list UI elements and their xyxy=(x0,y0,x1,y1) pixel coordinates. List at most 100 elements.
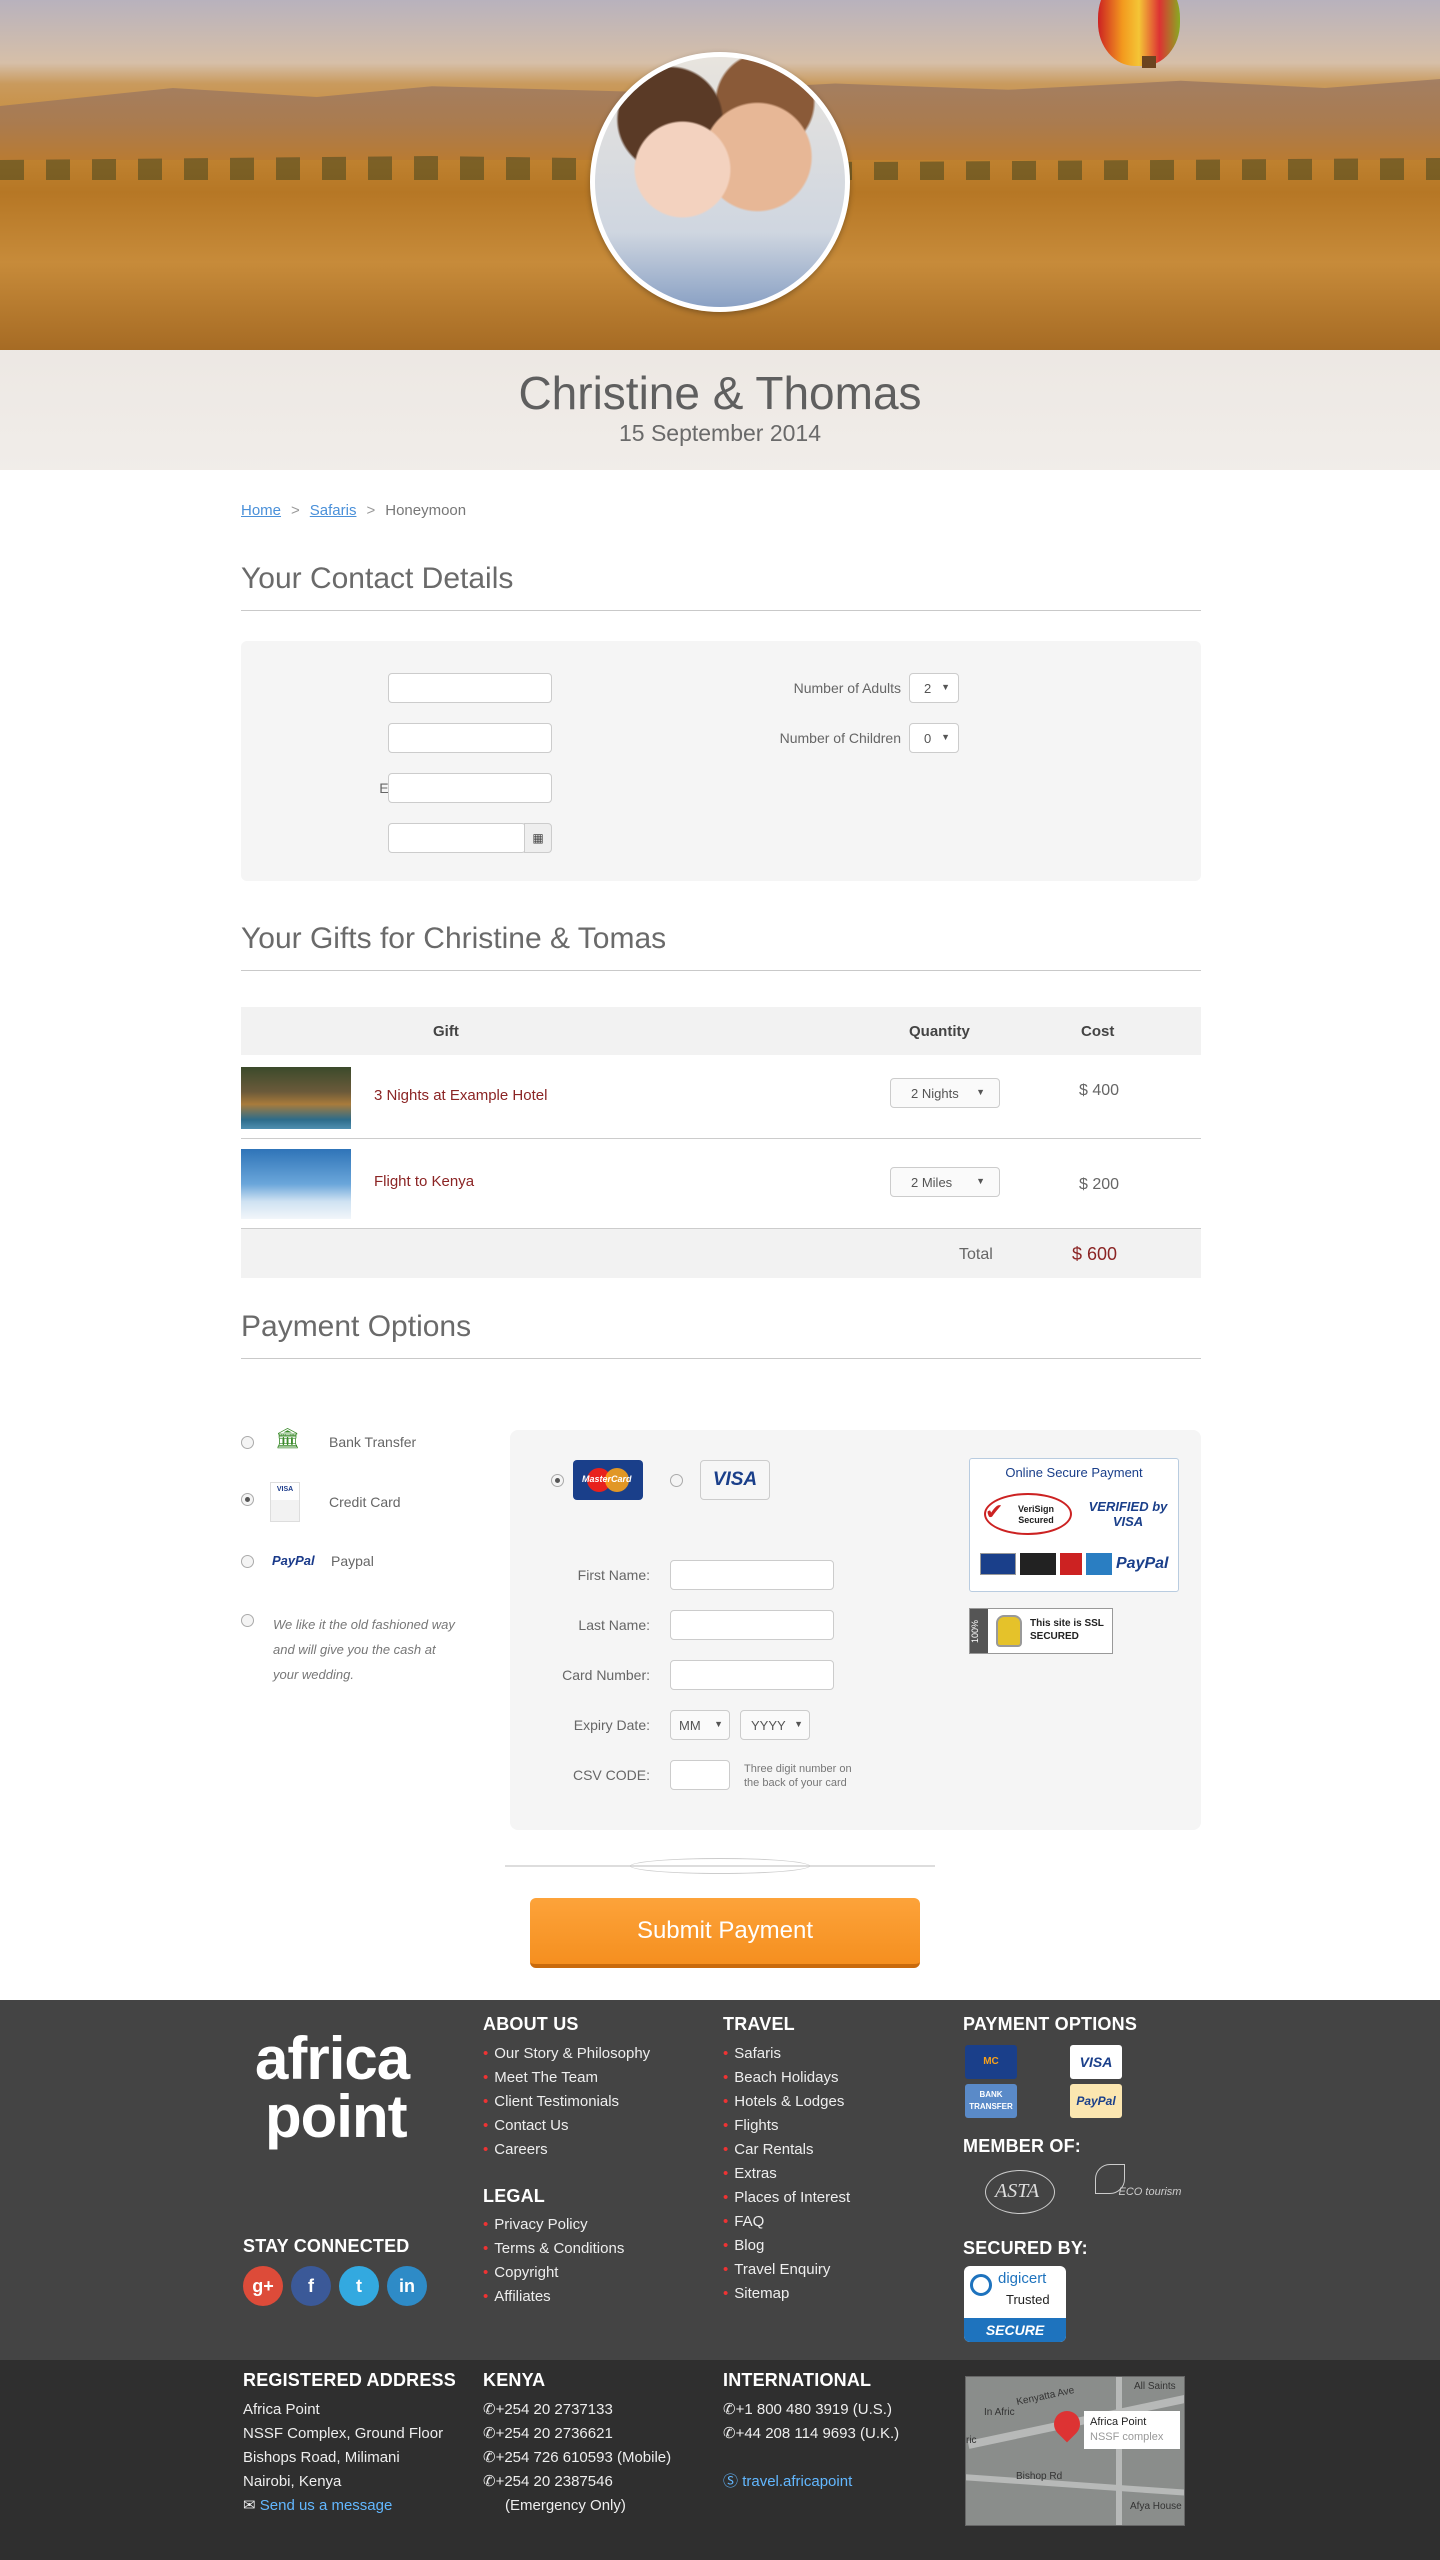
gifts-total-bar: Total $ 600 xyxy=(241,1229,1201,1278)
gift-name[interactable]: 3 Nights at Example Hotel xyxy=(374,1087,547,1104)
registered-address-heading: REGISTERED ADDRESS xyxy=(243,2370,456,2390)
col-gift: Gift xyxy=(433,1023,459,1040)
list-item[interactable]: • Beach Holidays xyxy=(723,2066,850,2090)
gift-name[interactable]: Flight to Kenya xyxy=(374,1173,474,1190)
list-item[interactable]: • Sitemap xyxy=(723,2282,850,2306)
mastercard-chip-icon xyxy=(1020,1553,1056,1575)
card-first-name-input[interactable] xyxy=(670,1560,834,1590)
visa-radio[interactable] xyxy=(670,1474,683,1487)
mastercard-radio[interactable] xyxy=(551,1474,564,1487)
footer-link: FAQ xyxy=(734,2213,765,2230)
bank-transfer-label[interactable]: Bank Transfer xyxy=(329,1434,416,1450)
contact-section-title: Your Contact Details xyxy=(241,562,514,595)
credit-card-label[interactable]: Credit Card xyxy=(329,1494,401,1510)
credit-card-radio[interactable] xyxy=(241,1493,254,1506)
asta-text: ASTA xyxy=(995,2180,1040,2202)
visa-logo[interactable]: VISA xyxy=(700,1460,770,1500)
phone-number[interactable]: +1 800 480 3919 (U.S.) xyxy=(736,2401,892,2418)
adults-select[interactable]: 2 ▼ xyxy=(909,673,959,703)
mastercard-logo[interactable]: MasterCard xyxy=(573,1460,643,1500)
card-number-input[interactable] xyxy=(670,1660,834,1690)
list-item[interactable]: • FAQ xyxy=(723,2210,850,2234)
phone-icon: ✆ xyxy=(483,2401,496,2418)
chevron-down-icon: ▼ xyxy=(714,1719,723,1729)
last-name-input[interactable] xyxy=(388,723,552,753)
list-item[interactable]: • Safaris xyxy=(723,2042,850,2066)
list-item[interactable]: • Careers xyxy=(483,2138,650,2162)
phone-number[interactable]: +44 208 114 9693 (U.K.) xyxy=(736,2425,900,2442)
breadcrumb-safaris-link[interactable]: Safaris xyxy=(310,502,357,519)
list-item[interactable]: • Car Rentals xyxy=(723,2138,850,2162)
list-item[interactable]: • Hotels & Lodges xyxy=(723,2090,850,2114)
secure-payment-title: Online Secure Payment xyxy=(1005,1465,1143,1480)
map-road xyxy=(966,2473,1184,2497)
paypal-label[interactable]: Paypal xyxy=(331,1553,374,1569)
email-input[interactable] xyxy=(388,773,552,803)
csv-hint: Three digit number on the back of your c… xyxy=(744,1763,852,1789)
twitter-icon[interactable]: t xyxy=(339,2266,379,2306)
list-item[interactable]: • Flights xyxy=(723,2114,850,2138)
cash-radio[interactable] xyxy=(241,1614,254,1627)
first-name-input[interactable] xyxy=(388,673,552,703)
quantity-value: 2 Nights xyxy=(911,1086,959,1101)
phone-number[interactable]: +254 20 2387546 xyxy=(496,2473,613,2490)
csv-input[interactable] xyxy=(670,1760,730,1790)
children-label: Number of Children xyxy=(779,730,901,746)
birthdate-input[interactable] xyxy=(388,823,526,853)
footer-link: Privacy Policy xyxy=(494,2216,588,2233)
list-item[interactable]: • Terms & Conditions xyxy=(483,2237,624,2261)
ssl-text: This site is SSL SECURED xyxy=(1030,1618,1104,1642)
secured-by-heading: SECURED BY: xyxy=(963,2238,1088,2258)
map-pin-icon[interactable] xyxy=(1048,2405,1086,2443)
list-item[interactable]: • Meet The Team xyxy=(483,2066,650,2090)
csv-label: CSV CODE: xyxy=(572,1767,650,1783)
list-item[interactable]: • Affiliates xyxy=(483,2285,624,2309)
list-item[interactable]: • Contact Us xyxy=(483,2114,650,2138)
africa-point-logo[interactable]: africa point xyxy=(255,2029,415,2147)
payment-section-title: Payment Options xyxy=(241,1310,472,1343)
ornament-flourish xyxy=(630,1858,810,1874)
submit-payment-button[interactable]: Submit Payment xyxy=(530,1898,920,1968)
quantity-value: 2 Miles xyxy=(911,1175,953,1190)
list-item[interactable]: • Places of Interest xyxy=(723,2186,850,2210)
expiry-year-select[interactable]: YYYY ▼ xyxy=(740,1710,810,1740)
payment-options-heading: PAYMENT OPTIONS xyxy=(963,2014,1138,2034)
legal-list: • Privacy Policy • Terms & Conditions • Cop… xyxy=(483,2213,624,2309)
calendar-icon[interactable]: ▦ xyxy=(524,823,552,853)
list-item[interactable]: • Privacy Policy xyxy=(483,2213,624,2237)
chevron-down-icon: ▼ xyxy=(976,1087,985,1097)
phone-number[interactable]: +254 726 610593 (Mobile) xyxy=(496,2449,672,2466)
list-item[interactable]: • Blog xyxy=(723,2234,850,2258)
footer-link: Affiliates xyxy=(494,2288,551,2305)
children-select[interactable]: 0 ▼ xyxy=(909,723,959,753)
list-item[interactable]: • Client Testimonials xyxy=(483,2090,650,2114)
bank-icon: 🏛 xyxy=(275,1428,301,1450)
quantity-dropdown[interactable]: 2 Nights ▼ xyxy=(890,1078,1000,1108)
list-item[interactable]: • Copyright xyxy=(483,2261,624,2285)
digicert-name: digicert xyxy=(998,2270,1047,2287)
couple-avatar xyxy=(590,52,850,312)
list-item[interactable]: • Extras xyxy=(723,2162,850,2186)
footer-bottom xyxy=(0,2360,1440,2560)
location-map[interactable]: Kenyatta Ave Bishop Rd All Saints Afya H… xyxy=(965,2376,1185,2526)
google-plus-icon[interactable]: g+ xyxy=(243,2266,283,2306)
bank-transfer-radio[interactable] xyxy=(241,1436,254,1449)
paypal-radio[interactable] xyxy=(241,1555,254,1568)
list-item[interactable]: • Travel Enquiry xyxy=(723,2258,850,2282)
phone-number[interactable]: +254 20 2737133 xyxy=(496,2401,613,2418)
cash-label[interactable]: We like it the old fashioned way and wil… xyxy=(273,1612,458,1687)
send-message-link[interactable]: Send us a message xyxy=(260,2497,393,2514)
list-item[interactable]: • Our Story & Philosophy xyxy=(483,2042,650,2066)
address-line: Africa Point xyxy=(243,2401,320,2418)
breadcrumb-home-link[interactable]: Home xyxy=(241,502,281,519)
phone-line: ✆+44 208 114 9693 (U.K.) xyxy=(723,2422,899,2446)
expiry-month-select[interactable]: MM ▼ xyxy=(670,1710,730,1740)
phone-number[interactable]: +254 20 2736621 xyxy=(496,2425,613,2442)
card-last-name-input[interactable] xyxy=(670,1610,834,1640)
linkedin-icon[interactable]: in xyxy=(387,2266,427,2306)
facebook-icon[interactable]: f xyxy=(291,2266,331,2306)
kenya-heading: KENYA xyxy=(483,2370,546,2390)
skype-link[interactable]: travel.africapoint xyxy=(742,2473,852,2490)
quantity-dropdown[interactable]: 2 Miles ▼ xyxy=(890,1167,1000,1197)
kenya-phones: ✆+254 20 2737133 ✆+254 20 2736621 ✆+254 … xyxy=(483,2398,671,2518)
